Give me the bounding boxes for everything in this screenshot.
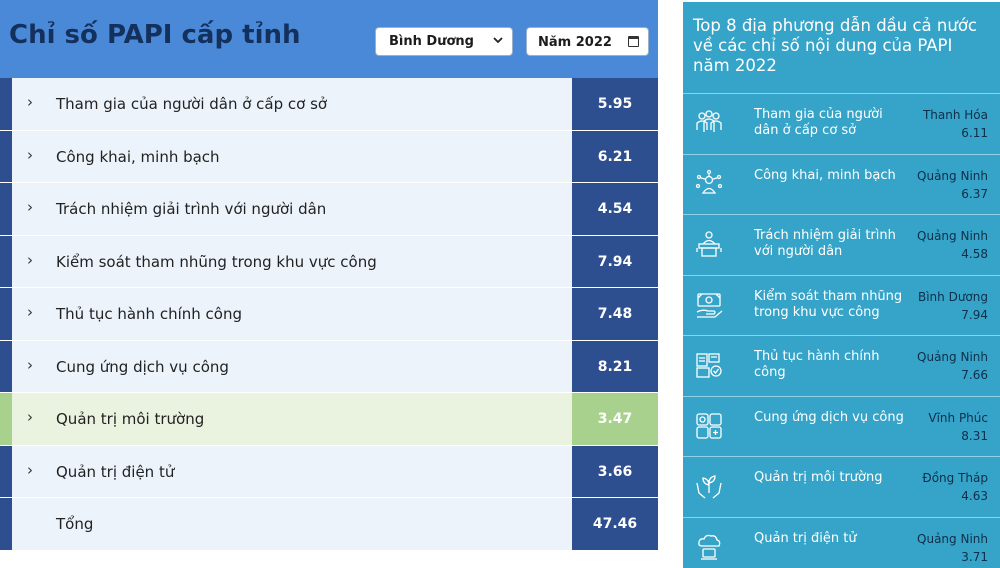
item-value: 4.63 <box>961 489 988 503</box>
chevron-right-icon[interactable]: › <box>27 146 33 164</box>
province-select-value: Bình Dương <box>389 34 474 49</box>
index-row-transparency[interactable]: › Công khai, minh bạch 6.21 <box>0 130 658 183</box>
item-label: Thủ tục hành chính công <box>754 349 880 380</box>
row-accent-bar <box>0 183 12 235</box>
list-item[interactable]: Quản trị môi trường Đồng Tháp 4.63 <box>683 456 1000 517</box>
chevron-right-icon[interactable]: › <box>27 93 33 111</box>
people-group-icon <box>694 108 724 138</box>
row-accent-bar <box>0 130 12 182</box>
plant-hands-icon <box>694 471 724 501</box>
calendar-icon <box>628 36 639 47</box>
row-value: 7.48 <box>572 288 658 340</box>
row-accent-bar <box>0 498 12 550</box>
item-province: Quảng Ninh <box>917 168 988 183</box>
list-item[interactable]: Thủ tục hành chính công Quảng Ninh 7.66 <box>683 335 1000 396</box>
person-network-icon <box>694 169 724 199</box>
row-value: 3.47 <box>572 393 658 445</box>
top-provinces-title: Top 8 địa phương dẫn dầu cả nước về các … <box>693 16 977 75</box>
item-label: Công khai, minh bạch <box>754 167 896 183</box>
item-label: Tham gia của người dân ở cấp cơ sở <box>754 107 883 138</box>
page-title: Chỉ số PAPI cấp tỉnh <box>9 20 301 50</box>
row-value: 8.21 <box>572 340 658 392</box>
item-label: Cung ứng dịch vụ công <box>754 409 904 425</box>
province-select[interactable]: Bình Dương <box>375 27 513 56</box>
row-label: Quản trị điện tử <box>56 462 175 481</box>
item-value: 6.11 <box>961 126 988 140</box>
row-accent-bar <box>0 393 12 445</box>
row-value: 7.94 <box>572 235 658 287</box>
chevron-right-icon[interactable]: › <box>27 198 33 216</box>
item-province: Quảng Ninh <box>917 229 988 243</box>
chevron-right-icon[interactable]: › <box>27 356 33 374</box>
index-row-e-governance[interactable]: › Quản trị điện tử 3.66 <box>0 445 658 498</box>
year-picker-value: Năm 2022 <box>538 35 612 50</box>
money-hand-icon <box>694 290 724 320</box>
chevron-right-icon[interactable]: › <box>27 303 33 321</box>
index-row-corruption-control[interactable]: › Kiểm soát tham nhũng trong khu vực côn… <box>0 235 658 288</box>
item-value: 3.71 <box>961 549 988 564</box>
item-value: 7.94 <box>961 307 988 322</box>
row-label: Trách nhiệm giải trình với người dân <box>56 200 327 218</box>
item-label: Quản trị môi trường <box>754 470 883 485</box>
chevron-right-icon[interactable]: › <box>27 251 33 269</box>
index-row-participation[interactable]: › Tham gia của người dân ở cấp cơ sở 5.9… <box>0 78 658 131</box>
item-label: Quản trị điện tử <box>754 530 857 546</box>
row-label: Công khai, minh bạch <box>56 147 220 166</box>
item-value: 4.58 <box>961 247 988 261</box>
item-province: Quảng Ninh <box>917 350 988 364</box>
documents-check-icon <box>694 350 724 380</box>
item-value: 6.37 <box>961 186 988 201</box>
total-label: Tổng <box>56 515 94 533</box>
list-item[interactable]: Kiểm soát tham nhũng trong khu vực công … <box>683 274 1000 336</box>
cloud-device-icon <box>694 532 724 562</box>
row-accent-bar <box>0 78 12 130</box>
row-value: 6.21 <box>572 130 658 182</box>
papi-page: Chỉ số PAPI cấp tỉnh Bình Dương Năm 2022… <box>0 0 1000 568</box>
item-province: Đồng Tháp <box>922 471 988 485</box>
list-item[interactable]: Trách nhiệm giải trình với người dân Quả… <box>683 214 1000 275</box>
panel-header: Chỉ số PAPI cấp tỉnh Bình Dương Năm 2022 <box>0 0 658 78</box>
row-value: 5.95 <box>572 78 658 130</box>
item-province: Quảng Ninh <box>917 531 988 546</box>
item-value: 7.66 <box>961 368 988 382</box>
index-table: › Tham gia của người dân ở cấp cơ sở 5.9… <box>0 78 658 551</box>
chevron-right-icon[interactable]: › <box>27 408 33 426</box>
row-accent-bar <box>0 445 12 497</box>
row-label: Cung ứng dịch vụ công <box>56 357 229 376</box>
year-picker[interactable]: Năm 2022 <box>526 27 649 56</box>
row-accent-bar <box>0 235 12 287</box>
list-item[interactable]: Cung ứng dịch vụ công Vĩnh Phúc 8.31 <box>683 395 1000 457</box>
index-row-environment[interactable]: › Quản trị môi trường 3.47 <box>0 393 658 446</box>
row-value: 4.54 <box>572 183 658 235</box>
item-province: Vĩnh Phúc <box>928 410 988 425</box>
list-item[interactable]: Quản trị điện tử Quảng Ninh 3.71 <box>683 516 1000 568</box>
index-row-public-services[interactable]: › Cung ứng dịch vụ công 8.21 <box>0 340 658 393</box>
top-provinces-list: Tham gia của người dân ở cấp cơ sở Thanh… <box>683 93 1000 568</box>
speaker-podium-icon <box>694 229 724 259</box>
row-label: Thủ tục hành chính công <box>56 305 242 323</box>
list-item[interactable]: Công khai, minh bạch Quảng Ninh 6.37 <box>683 153 1000 215</box>
chevron-down-icon <box>492 34 504 49</box>
provincial-index-panel: Chỉ số PAPI cấp tỉnh Bình Dương Năm 2022… <box>0 0 658 568</box>
item-province: Bình Dương <box>917 289 988 304</box>
row-label: Tham gia của người dân ở cấp cơ sở <box>56 95 328 113</box>
item-label: Kiểm soát tham nhũng trong khu vực công <box>754 288 903 320</box>
index-row-accountability[interactable]: › Trách nhiệm giải trình với người dân 4… <box>0 183 658 236</box>
item-label: Trách nhiệm giải trình với người dân <box>754 228 896 259</box>
row-label: Quản trị môi trường <box>56 410 205 428</box>
chevron-right-icon[interactable]: › <box>27 461 33 479</box>
row-label: Kiểm soát tham nhũng trong khu vực công <box>56 252 377 271</box>
list-item[interactable]: Tham gia của người dân ở cấp cơ sở Thanh… <box>683 93 1000 154</box>
row-value: 3.66 <box>572 445 658 497</box>
index-row-admin-procedures[interactable]: › Thủ tục hành chính công 7.48 <box>0 288 658 341</box>
top-provinces-panel: Top 8 địa phương dẫn dầu cả nước về các … <box>683 2 1000 568</box>
row-accent-bar <box>0 288 12 340</box>
service-boxes-icon <box>694 411 724 441</box>
item-province: Thanh Hóa <box>922 108 988 122</box>
row-accent-bar <box>0 340 12 392</box>
total-value: 47.46 <box>572 498 658 550</box>
item-value: 8.31 <box>961 428 988 443</box>
index-row-total: Tổng 47.46 <box>0 498 658 551</box>
